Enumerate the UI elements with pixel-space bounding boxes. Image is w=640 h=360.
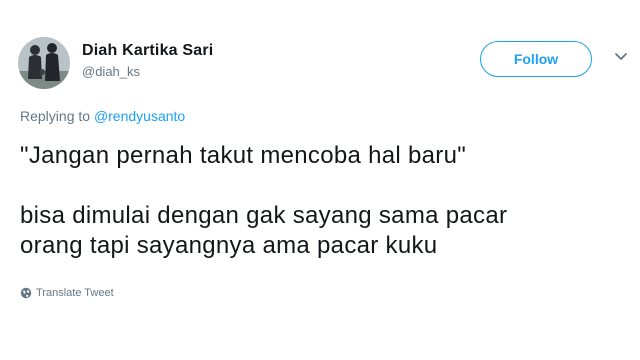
tweet-text: "Jangan pernah takut mencoba hal baru" b… [20, 141, 620, 261]
chevron-down-icon[interactable] [614, 52, 628, 62]
tweet-line-1: "Jangan pernah takut mencoba hal baru" [20, 142, 467, 169]
avatar-image [18, 37, 70, 89]
translate-tweet-link[interactable]: Translate Tweet [20, 287, 114, 299]
tweet-line-3: orang tapi sayangnya ama pacar kuku [20, 232, 438, 259]
tweet-card: Diah Kartika Sari @diah_ks Follow Replyi… [0, 0, 640, 360]
tweet-line-2: bisa dimulai dengan gak sayang sama paca… [20, 202, 508, 229]
translate-tweet-label: Translate Tweet [36, 287, 114, 299]
user-handle[interactable]: @diah_ks [82, 64, 140, 79]
reply-prefix: Replying to [20, 108, 91, 124]
reply-context: Replying to @rendyusanto [20, 108, 185, 124]
avatar[interactable] [18, 37, 70, 89]
reply-mention-link[interactable]: @rendyusanto [94, 108, 185, 124]
follow-button[interactable]: Follow [480, 41, 592, 77]
tweet-line-gap [20, 171, 620, 201]
globe-icon [20, 287, 32, 299]
display-name[interactable]: Diah Kartika Sari [82, 42, 213, 60]
